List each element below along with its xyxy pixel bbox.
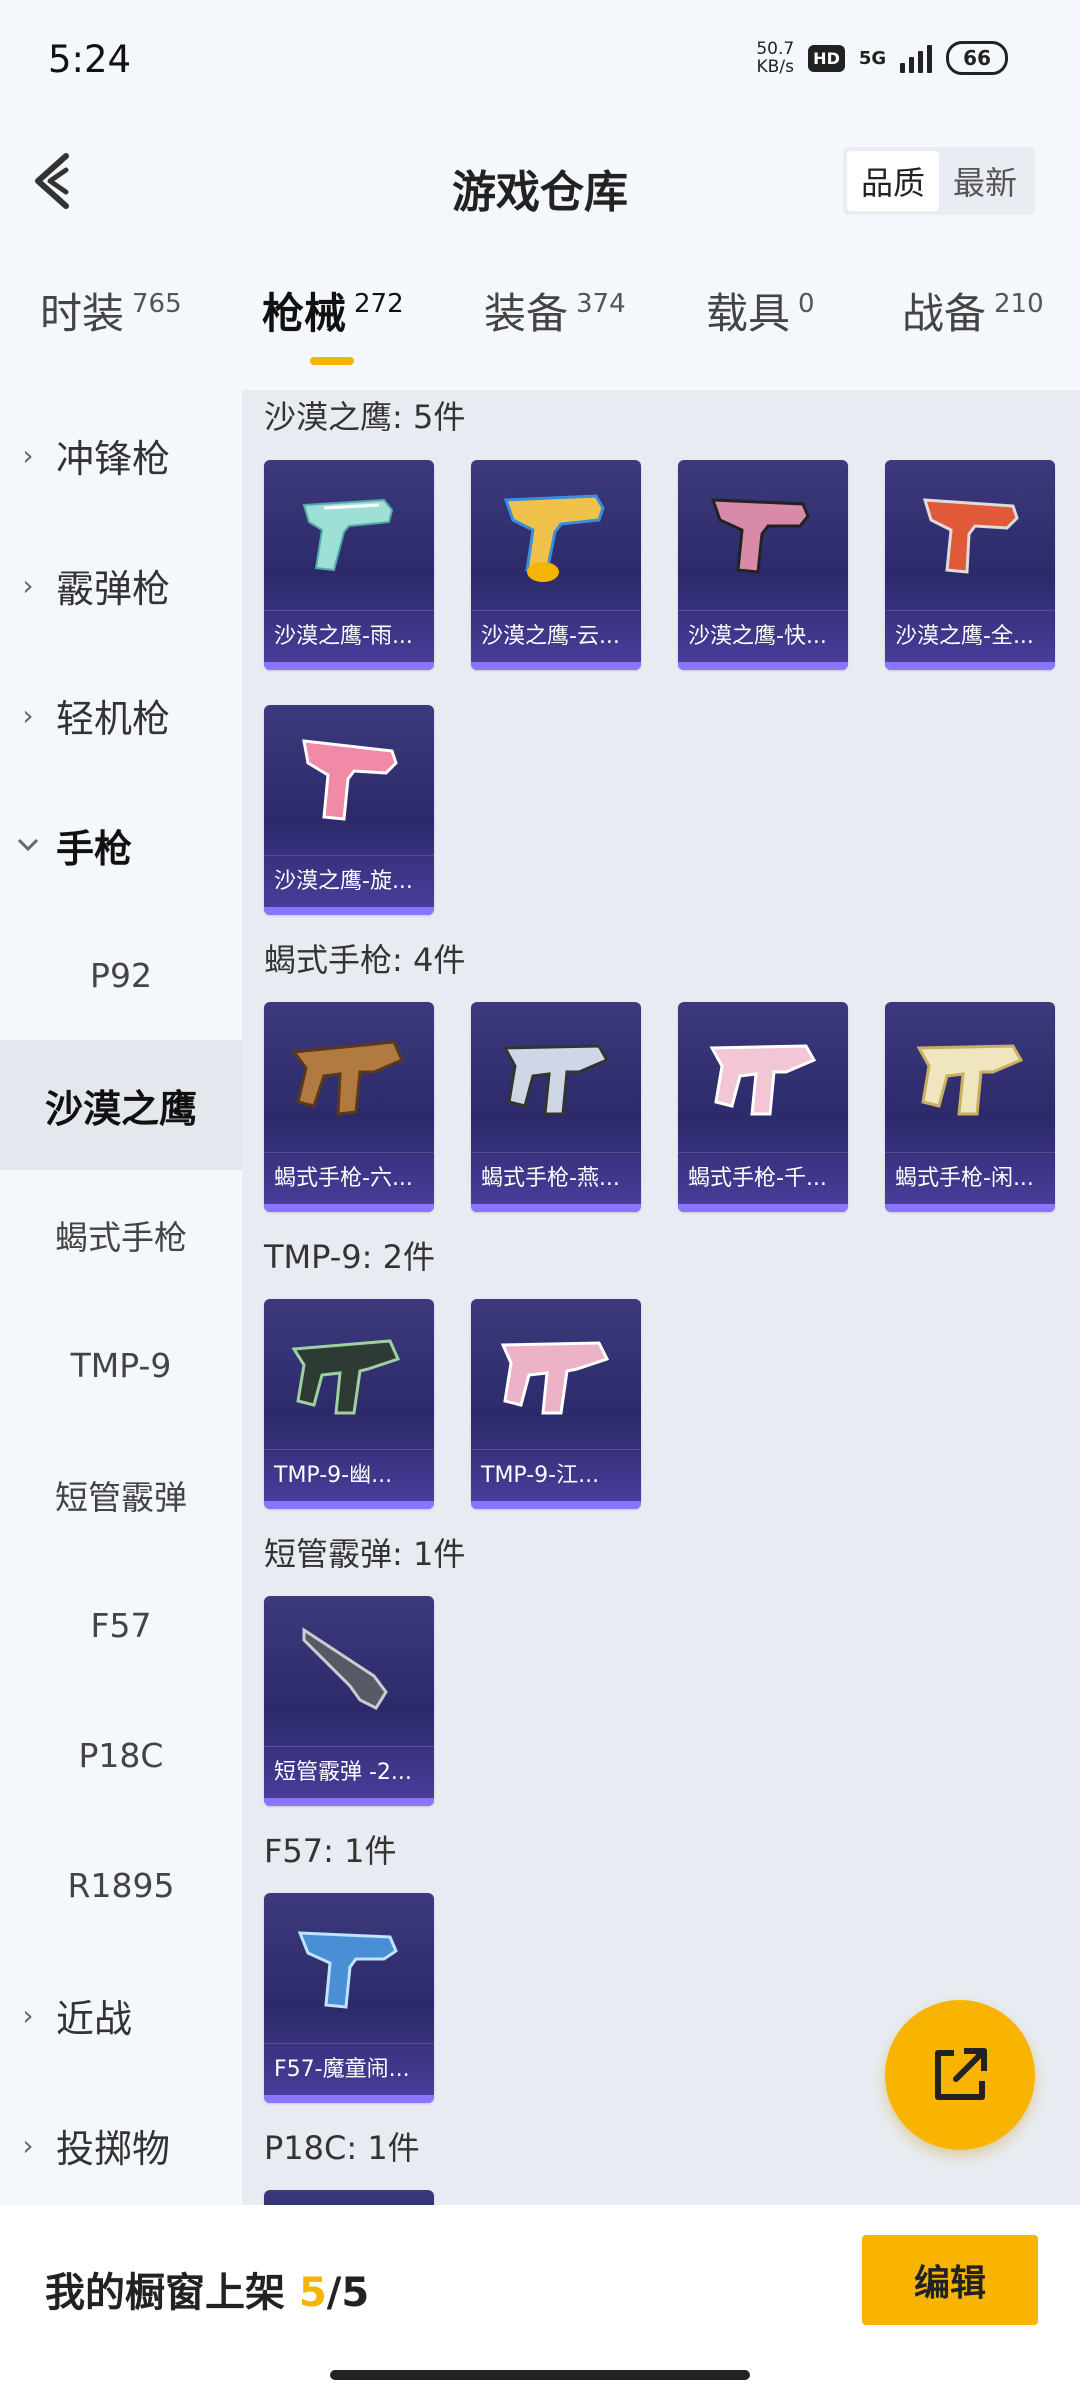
- section-title: TMP-9: 2件: [264, 1238, 435, 1276]
- item-name: F57-魔童闹...: [264, 2043, 434, 2095]
- tab-firearms[interactable]: 枪械 272: [262, 280, 404, 370]
- sidebar-group-shotgun[interactable]: › 霰弹枪: [0, 520, 242, 650]
- sidebar-item-p92[interactable]: P92: [0, 910, 242, 1040]
- status-bar: 5:24 50.7 KB/s HD 5G 66: [0, 0, 1080, 120]
- item-name: 蝎式手枪-千...: [678, 1152, 848, 1204]
- item-card[interactable]: TMP-9-幽...: [264, 1299, 434, 1509]
- sidebar-item-p18c[interactable]: P18C: [0, 1690, 242, 1820]
- app-header: 游戏仓库 品质 最新: [0, 120, 1080, 240]
- smg-skin-image: [500, 1341, 610, 1415]
- section-title: 沙漠之鹰: 5件: [264, 398, 466, 436]
- pistol-skin-image: [710, 498, 810, 574]
- signal-icon: [900, 43, 933, 73]
- sidebar-group-lmg[interactable]: › 轻机枪: [0, 650, 242, 780]
- sort-quality-button[interactable]: 品质: [847, 151, 939, 211]
- item-card[interactable]: 蝎式手枪-千...: [678, 1002, 848, 1212]
- item-name: 短管霰弹 -2...: [264, 1746, 434, 1798]
- sidebar-item-desert-eagle[interactable]: 沙漠之鹰: [0, 1040, 242, 1170]
- item-name: 沙漠之鹰-全...: [885, 610, 1055, 662]
- sidebar-item-scorpion[interactable]: 蝎式手枪: [0, 1170, 242, 1300]
- item-card[interactable]: 蝎式手枪-六...: [264, 1002, 434, 1212]
- pistol-skin-image: [503, 494, 605, 582]
- item-name: 沙漠之鹰-雨...: [264, 610, 434, 662]
- share-external-icon: [935, 2048, 987, 2100]
- section-title: 蝎式手枪: 4件: [264, 941, 466, 979]
- section-title: P18C: 1件: [264, 2129, 420, 2167]
- category-tabs: 时装 765 枪械 272 装备 374 载具 0 战备 210: [0, 280, 1080, 370]
- item-name: 蝎式手枪-六...: [264, 1152, 434, 1204]
- share-button[interactable]: [885, 2000, 1035, 2150]
- chevron-right-icon: ›: [22, 568, 34, 602]
- pistol-skin-image: [302, 739, 398, 821]
- item-name: 沙漠之鹰-旋...: [264, 855, 434, 907]
- sidebar-group-throwables[interactable]: › 投掷物: [0, 2080, 242, 2210]
- showcase-status: 我的橱窗上架 5/5: [45, 2270, 370, 2316]
- item-card[interactable]: [264, 2190, 434, 2205]
- section-title: F57: 1件: [264, 1832, 397, 1870]
- item-name: 沙漠之鹰-云...: [471, 610, 641, 662]
- item-card[interactable]: 沙漠之鹰-全...: [885, 460, 1055, 670]
- network-speed: 50.7 KB/s: [756, 39, 795, 77]
- shotgun-skin-image: [302, 1627, 388, 1710]
- chevron-right-icon: ›: [22, 2128, 34, 2162]
- sidebar-item-tmp9[interactable]: TMP-9: [0, 1300, 242, 1430]
- sidebar-item-r1895[interactable]: R1895: [0, 1820, 242, 1950]
- item-grid-area[interactable]: 沙漠之鹰: 5件 沙漠之鹰-雨... 沙漠之鹰-云... 沙漠之鹰-快... 沙…: [242, 390, 1080, 2205]
- item-card[interactable]: 短管霰弹 -2...: [264, 1596, 434, 1806]
- sidebar-group-melee[interactable]: › 近战: [0, 1950, 242, 2080]
- item-card[interactable]: 蝎式手枪-闲...: [885, 1002, 1055, 1212]
- status-indicators: 50.7 KB/s HD 5G 66: [756, 40, 1008, 76]
- sidebar-item-f57[interactable]: F57: [0, 1560, 242, 1690]
- active-tab-indicator: [310, 357, 354, 365]
- sort-toggle: 品质 最新: [843, 147, 1035, 215]
- smg-skin-image: [291, 1339, 401, 1415]
- item-card[interactable]: F57-魔童闹...: [264, 1893, 434, 2103]
- smg-skin-image: [916, 1044, 1024, 1116]
- smg-skin-image: [291, 1040, 404, 1116]
- item-name: 沙漠之鹰-快...: [678, 610, 848, 662]
- item-card[interactable]: 沙漠之鹰-雨...: [264, 460, 434, 670]
- hd-badge: HD: [808, 44, 845, 72]
- item-name: TMP-9-幽...: [264, 1449, 434, 1501]
- chevron-down-icon: [0, 838, 56, 852]
- battery-icon: 66: [946, 41, 1008, 75]
- smg-skin-image: [502, 1044, 610, 1116]
- sidebar-item-sawed-off[interactable]: 短管霰弹: [0, 1430, 242, 1560]
- pistol-skin-image: [302, 498, 394, 572]
- tab-supplies[interactable]: 战备 210: [902, 280, 1044, 370]
- sidebar-group-pistol[interactable]: 手枪: [0, 780, 242, 910]
- pistol-skin-image: [922, 498, 1019, 574]
- smg-skin-image: [709, 1044, 817, 1116]
- weapon-type-sidebar: › 冲锋枪 › 霰弹枪 › 轻机枪 手枪 P92 沙漠之鹰 蝎式手枪 TMP-9…: [0, 390, 242, 2205]
- item-card[interactable]: 蝎式手枪-燕...: [471, 1002, 641, 1212]
- item-card[interactable]: 沙漠之鹰-快...: [678, 460, 848, 670]
- chevron-right-icon: ›: [22, 698, 34, 732]
- chevron-right-icon: ›: [22, 1998, 34, 2032]
- network-type: 5G: [858, 47, 887, 69]
- status-time: 5:24: [48, 38, 132, 81]
- tab-fashion[interactable]: 时装 765: [40, 280, 182, 370]
- item-card[interactable]: 沙漠之鹰-云...: [471, 460, 641, 670]
- tab-vehicles[interactable]: 载具 0: [706, 280, 815, 370]
- sidebar-group-smg[interactable]: › 冲锋枪: [0, 390, 242, 520]
- item-name: 蝎式手枪-燕...: [471, 1152, 641, 1204]
- item-name: TMP-9-江...: [471, 1449, 641, 1501]
- item-name: 蝎式手枪-闲...: [885, 1152, 1055, 1204]
- pistol-skin-image: [297, 1931, 398, 2009]
- showcase-bar: 我的橱窗上架 5/5 编辑: [0, 2205, 1080, 2400]
- sort-latest-button[interactable]: 最新: [939, 151, 1031, 211]
- chevron-right-icon: ›: [22, 438, 34, 472]
- tab-equipment[interactable]: 装备 374: [484, 280, 626, 370]
- edit-button[interactable]: 编辑: [862, 2235, 1038, 2325]
- item-card[interactable]: TMP-9-江...: [471, 1299, 641, 1509]
- section-title: 短管霰弹: 1件: [264, 1535, 466, 1573]
- item-card[interactable]: 沙漠之鹰-旋...: [264, 705, 434, 915]
- home-indicator[interactable]: [330, 2370, 750, 2380]
